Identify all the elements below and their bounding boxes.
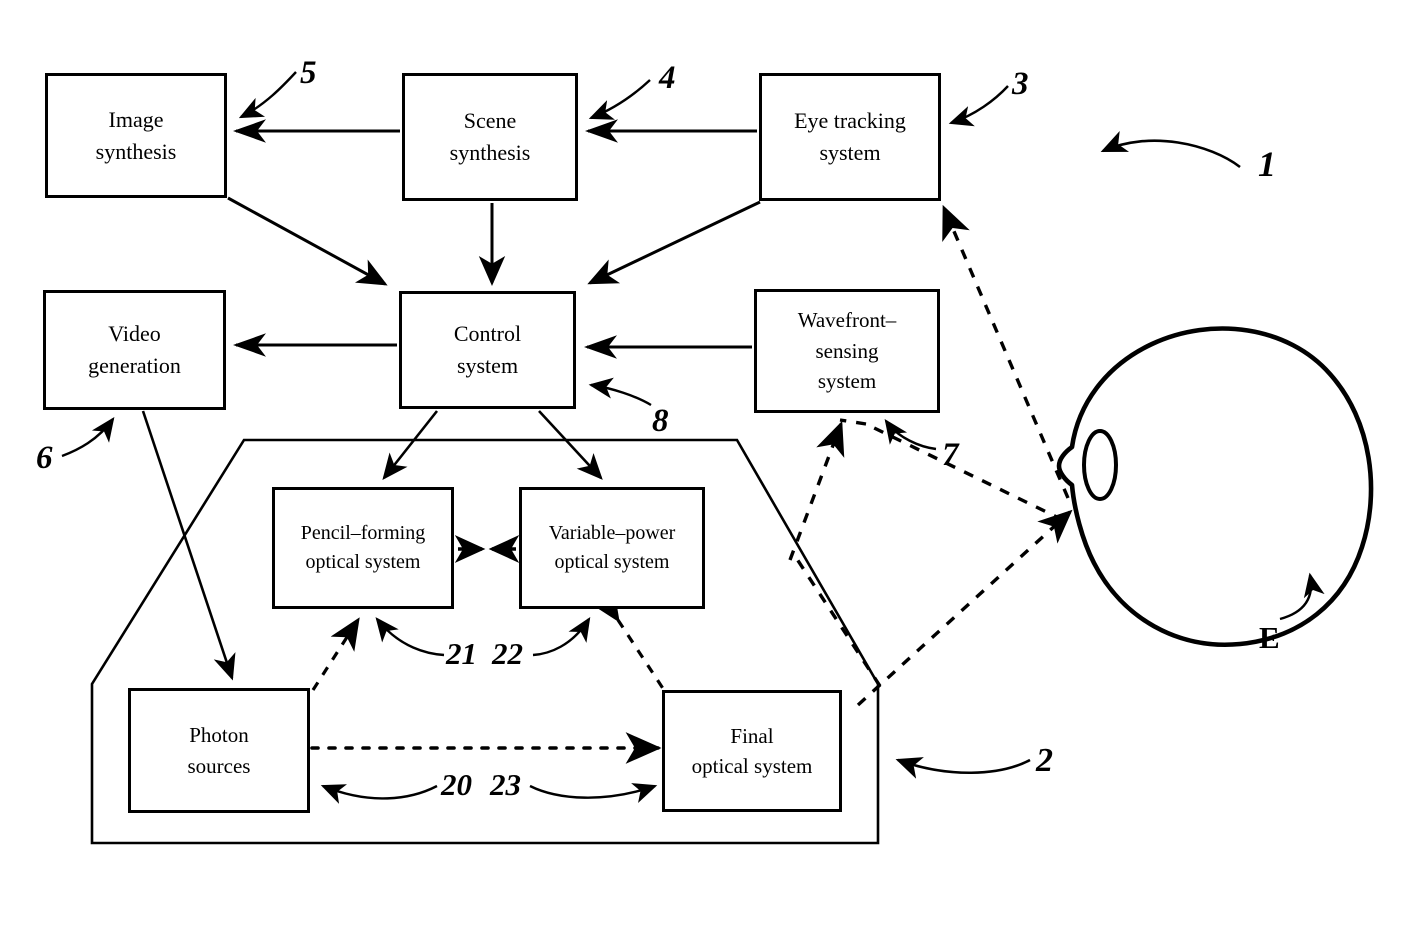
leader-ref-23 — [529, 783, 658, 804]
block-final-optical-system[interactable]: Final optical system — [662, 690, 842, 812]
leader-ref-1 — [1100, 131, 1241, 169]
reference-numeral-22: 22 — [492, 636, 523, 671]
block-label-line: system — [819, 140, 881, 165]
block-video-generation[interactable]: Video generation — [43, 290, 226, 410]
block-label-line: generation — [88, 353, 181, 378]
block-label-line: sources — [187, 753, 251, 778]
block-label-line: Final — [730, 723, 774, 748]
block-label-line: Scene — [463, 108, 517, 134]
block-image-synthesis[interactable]: Image synthesis — [45, 73, 227, 198]
leader-ref-2 — [895, 757, 1031, 779]
leader-ref-4 — [588, 79, 651, 120]
block-label-line: optical system — [305, 551, 421, 573]
leader-ref-3 — [948, 85, 1009, 127]
reference-numeral-23: 23 — [490, 767, 521, 802]
block-label-line: optical system — [691, 754, 813, 778]
sense-path-crossing-segment — [791, 552, 882, 687]
arrow-image-to-control — [227, 196, 388, 286]
block-label-line: Video — [108, 321, 161, 347]
optical-path-variable-to-final — [590, 588, 666, 691]
sense-path-eye-to-wavefront — [788, 418, 1064, 561]
eye-illustration — [1056, 326, 1374, 648]
leader-ref-6 — [61, 417, 115, 458]
block-label-line: synthesis — [449, 140, 531, 165]
leader-ref-5 — [238, 71, 297, 119]
block-label-line: Photon — [189, 723, 249, 748]
optical-path-photon-to-pencil — [311, 617, 360, 691]
block-label-line: sensing — [815, 338, 879, 363]
block-label-line: system — [456, 353, 519, 378]
block-label-line: Control — [453, 321, 522, 347]
block-wavefront-sensing-system[interactable]: Wavefront– sensing system — [754, 289, 940, 413]
leader-ref-20 — [320, 784, 438, 804]
reference-numeral-4: 4 — [659, 60, 676, 96]
optical-path-final-to-eye — [856, 509, 1073, 707]
block-label-line: synthesis — [95, 138, 177, 164]
block-photon-sources[interactable]: Photon sources — [128, 688, 310, 813]
block-variable-power-optical-system[interactable]: Variable–power optical system — [519, 487, 705, 609]
reference-numeral-20: 20 — [441, 767, 472, 802]
reference-numeral-1: 1 — [1258, 144, 1276, 184]
arrow-control-to-pencilforming — [382, 410, 439, 481]
block-pencil-forming-optical-system[interactable]: Pencil–forming optical system — [272, 487, 454, 609]
reference-numeral-21: 21 — [446, 636, 477, 671]
block-label-line: Wavefront– — [797, 308, 897, 333]
reference-numeral-5: 5 — [300, 55, 317, 91]
reference-numeral-6: 6 — [36, 440, 53, 476]
block-label-line: system — [817, 369, 877, 394]
block-scene-synthesis[interactable]: Scene synthesis — [402, 73, 578, 201]
reference-numeral-3: 3 — [1012, 66, 1029, 102]
block-label-line: Variable–power — [548, 522, 676, 544]
block-label-line: Pencil–forming — [300, 522, 426, 544]
arrow-video-to-photonsources — [141, 410, 236, 681]
reference-numeral-2: 2 — [1036, 742, 1053, 779]
sense-path-eye-to-eyetracking — [942, 204, 1070, 499]
block-control-system[interactable]: Control system — [399, 291, 576, 409]
block-label-line: Eye tracking — [794, 108, 906, 134]
leader-ref-E — [1279, 572, 1325, 621]
reference-numeral-E: E — [1259, 620, 1280, 655]
patent-figure: Image synthesis Scene synthesis Eye trac… — [0, 0, 1417, 942]
leader-ref-21 — [375, 617, 445, 657]
block-eye-tracking-system[interactable]: Eye tracking system — [759, 73, 941, 201]
reference-numeral-7: 7 — [942, 437, 959, 473]
arrow-control-to-variablepower — [538, 410, 603, 480]
block-label-line: optical system — [554, 551, 670, 573]
leader-ref-8 — [588, 377, 652, 407]
arrow-eyetracking-to-control — [587, 200, 761, 285]
block-label-line: Image — [108, 106, 164, 132]
leader-ref-22 — [532, 616, 591, 657]
reference-numeral-8: 8 — [652, 403, 669, 439]
